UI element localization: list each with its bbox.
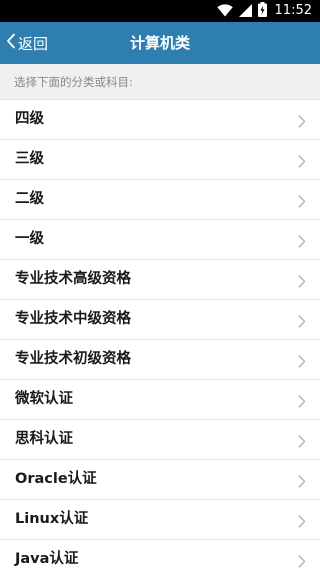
cellular-signal-icon bbox=[238, 2, 252, 21]
chevron-right-icon bbox=[298, 233, 306, 248]
list-item-label: 三级 bbox=[15, 151, 44, 167]
list-item-label: 专业技术高级资格 bbox=[15, 271, 131, 287]
list-item-label: 一级 bbox=[15, 231, 44, 247]
list-item[interactable]: 专业技术中级资格 bbox=[0, 299, 320, 339]
chevron-right-icon bbox=[298, 393, 306, 408]
status-icons: 11:52 bbox=[216, 1, 312, 21]
list-item[interactable]: 思科认证 bbox=[0, 419, 320, 459]
list-item[interactable]: 四级 bbox=[0, 99, 320, 139]
list-item-label: Java认证 bbox=[15, 551, 79, 567]
list-item[interactable]: 三级 bbox=[0, 139, 320, 179]
list-item[interactable]: 专业技术高级资格 bbox=[0, 259, 320, 299]
list-item-label: Linux认证 bbox=[15, 511, 89, 527]
list-item-label: 专业技术中级资格 bbox=[15, 311, 131, 327]
list-item[interactable]: 专业技术初级资格 bbox=[0, 339, 320, 379]
chevron-right-icon bbox=[298, 473, 306, 488]
chevron-right-icon bbox=[298, 113, 306, 128]
list-item[interactable]: Java认证 bbox=[0, 539, 320, 579]
category-list: 四级三级二级一级专业技术高级资格 专业技术中级资格 专业技术初级资格 微软认证思科认证… bbox=[0, 99, 320, 579]
chevron-left-icon bbox=[6, 33, 16, 53]
chevron-right-icon bbox=[298, 193, 306, 208]
list-item-label: 二级 bbox=[15, 191, 44, 207]
chevron-right-icon bbox=[298, 553, 306, 568]
back-label: 返回 bbox=[18, 34, 49, 53]
list-item-label: 思科认证 bbox=[15, 431, 73, 447]
list-item[interactable]: Linux认证 bbox=[0, 499, 320, 539]
list-item-label: Oracle认证 bbox=[15, 471, 97, 487]
hint-text: 选择下面的分类或科目: bbox=[14, 75, 133, 89]
list-item-label: 微软认证 bbox=[15, 391, 73, 407]
hint-section: 选择下面的分类或科目: bbox=[0, 64, 320, 100]
chevron-right-icon bbox=[298, 153, 306, 168]
wifi-icon bbox=[216, 2, 233, 21]
chevron-right-icon bbox=[298, 433, 306, 448]
navigation-bar: 返回 计算机类 bbox=[0, 22, 320, 64]
list-item[interactable]: Oracle认证 bbox=[0, 459, 320, 499]
list-item[interactable]: 二级 bbox=[0, 179, 320, 219]
list-item[interactable]: 微软认证 bbox=[0, 379, 320, 419]
chevron-right-icon bbox=[298, 353, 306, 368]
back-button[interactable]: 返回 bbox=[6, 22, 48, 64]
status-time: 11:52 bbox=[274, 3, 312, 18]
chevron-right-icon bbox=[298, 513, 306, 528]
list-item[interactable]: 一级 bbox=[0, 219, 320, 259]
status-bar: 11:52 bbox=[0, 0, 320, 22]
chevron-right-icon bbox=[298, 313, 306, 328]
battery-charging-icon bbox=[257, 1, 267, 21]
chevron-right-icon bbox=[298, 273, 306, 288]
list-item-label: 专业技术初级资格 bbox=[15, 351, 131, 367]
list-item-label: 四级 bbox=[15, 111, 44, 127]
